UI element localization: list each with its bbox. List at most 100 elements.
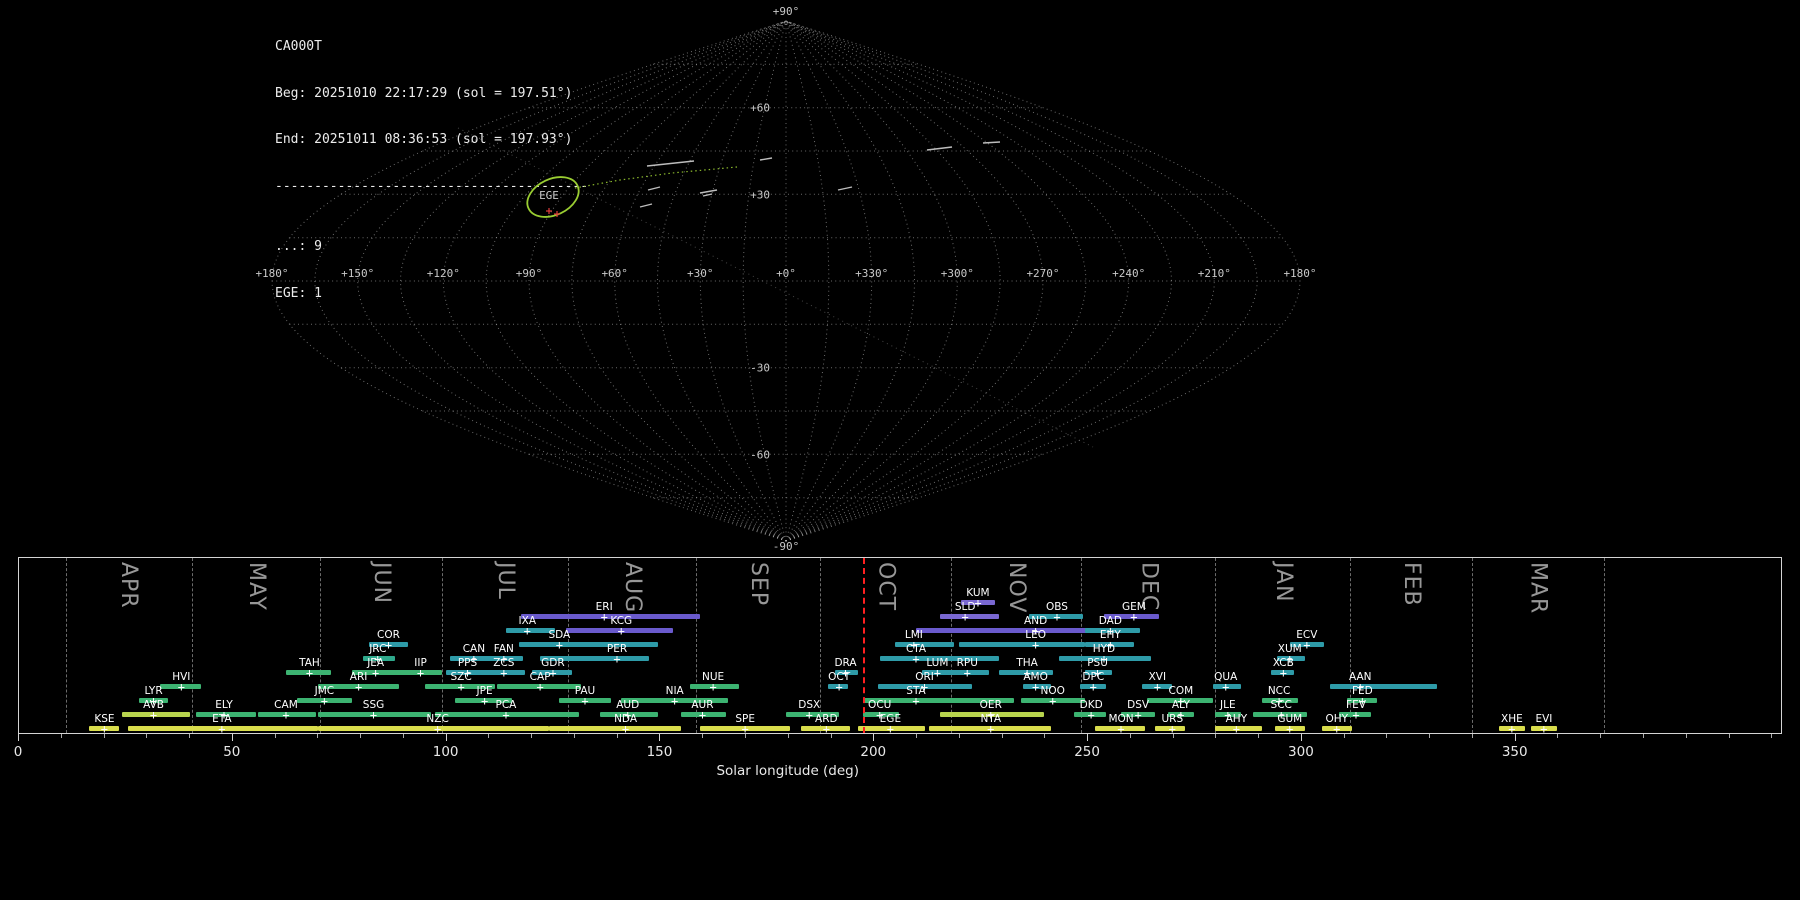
- shower-peak-mark: +: [698, 707, 707, 722]
- ege-drift-line: [574, 166, 738, 189]
- lon-tick-label: +120°: [427, 267, 460, 280]
- shower-peak-mark: +: [1508, 721, 1516, 734]
- shower-peak-mark: +: [581, 693, 589, 708]
- x-minor-tick: [958, 734, 960, 738]
- shower-bar-aan: [1330, 684, 1438, 689]
- x-major-tick: [1087, 734, 1089, 741]
- x-major-tick: [231, 734, 233, 741]
- lon-tick-labels: +180° +150° +120° +90° +60° +30° +0° +330° +300°…: [255, 267, 1316, 280]
- shower-peak-mark: +: [709, 679, 717, 694]
- meteor-trail: [837, 186, 853, 191]
- shower-peak-mark: +: [963, 665, 971, 680]
- shower-bar-and: [916, 628, 1092, 633]
- month-label: MAR: [1525, 562, 1551, 615]
- x-major-tick: [873, 734, 875, 741]
- shower-bar-leo: [958, 642, 1085, 647]
- shower-peak-mark: +: [433, 721, 442, 734]
- month-label: JUN: [369, 562, 395, 605]
- x-minor-tick: [189, 734, 191, 738]
- sky-map: +180° +150° +120° +90° +60° +30° +0° +330° +300°…: [255, 5, 1316, 553]
- shower-peak-mark: +: [1049, 693, 1057, 708]
- month-label: JUL: [493, 562, 519, 600]
- shower-peak-mark: +: [457, 679, 465, 694]
- shower-peak-mark: +: [671, 693, 679, 708]
- shower-peak-mark: +: [320, 693, 329, 708]
- x-tick-label: 250: [1074, 744, 1100, 760]
- sky-map-grid: [271, 20, 1301, 542]
- activity-chart: APR MAY JUN JUL AUG SEP OCT NOV DEC JAN FEB MAR KUM +…: [14, 557, 1782, 792]
- shower-bar-sld: [939, 614, 1000, 619]
- shower-peak-mark: +: [1117, 721, 1125, 734]
- shower-peak-mark: +: [536, 679, 544, 694]
- x-minor-tick: [317, 734, 319, 738]
- shower-peak-mark: +: [1031, 637, 1040, 652]
- shower-bar-sda: [518, 642, 658, 647]
- meteor-trails: [639, 141, 1001, 208]
- x-tick-label: 150: [646, 744, 673, 760]
- meteor-trail: [982, 141, 1001, 144]
- month-label: APR: [115, 562, 141, 609]
- shower-peak-mark: +: [933, 665, 941, 680]
- galactic-plane-line: [457, 127, 1094, 448]
- month-boundary-line: [441, 558, 443, 733]
- lat-tick-label: +30: [750, 188, 770, 201]
- shower-peak-mark: +: [1303, 637, 1311, 652]
- month-boundary-line: [1215, 558, 1217, 733]
- month-label: OCT: [873, 562, 899, 612]
- month-boundary-line: [191, 558, 193, 733]
- shower-peak-mark: +: [523, 623, 531, 638]
- x-minor-tick: [1728, 734, 1730, 738]
- shower-peak-mark: +: [621, 721, 630, 734]
- shower-peak-mark: +: [1089, 679, 1097, 694]
- shower-peak-mark: +: [1286, 721, 1294, 734]
- x-minor-tick: [60, 734, 62, 738]
- shower-peak-mark: +: [961, 609, 969, 624]
- x-minor-tick: [830, 734, 832, 738]
- x-minor-tick: [274, 734, 276, 738]
- x-minor-tick: [1429, 734, 1431, 738]
- lon-tick-label: +150°: [341, 267, 374, 280]
- x-minor-tick: [1471, 734, 1473, 738]
- lat-tick-label: +90°: [773, 5, 800, 18]
- shower-peak-mark: +: [354, 679, 363, 694]
- meteor-trail: [639, 203, 653, 208]
- x-minor-tick: [573, 734, 575, 738]
- shower-peak-mark: +: [987, 721, 995, 734]
- month-boundary-line: [65, 558, 67, 733]
- lon-tick-label: +210°: [1198, 267, 1231, 280]
- x-tick-label: 350: [1501, 744, 1528, 760]
- meteor-trail: [646, 160, 695, 167]
- x-tick-label: 50: [223, 744, 241, 760]
- lon-tick-label: +60°: [601, 267, 628, 280]
- x-minor-tick: [1258, 734, 1260, 738]
- x-tick-label: 200: [860, 744, 887, 760]
- x-minor-tick: [1215, 734, 1217, 738]
- x-minor-tick: [1771, 734, 1773, 738]
- x-minor-tick: [787, 734, 789, 738]
- shower-peak-mark: +: [1352, 707, 1360, 722]
- shower-peak-mark: +: [822, 721, 830, 734]
- x-major-tick: [659, 734, 661, 741]
- shower-peak-mark: +: [416, 665, 425, 680]
- shower-peak-mark: +: [617, 623, 625, 638]
- shower-peak-mark: +: [1168, 721, 1176, 734]
- x-minor-tick: [402, 734, 404, 738]
- shower-peak-mark: +: [1130, 609, 1138, 624]
- month-label: SEP: [745, 562, 771, 607]
- shower-peak-mark: +: [149, 707, 158, 722]
- month-label: FEB: [1399, 562, 1425, 607]
- month-label: JAN: [1270, 562, 1296, 603]
- x-tick-label: 300: [1288, 744, 1314, 760]
- x-tick-label: 0: [13, 744, 23, 760]
- shower-peak-mark: +: [555, 637, 563, 652]
- x-minor-tick: [1386, 734, 1388, 738]
- shower-peak-mark: +: [177, 679, 185, 694]
- x-major-tick: [445, 734, 447, 741]
- x-minor-tick: [488, 734, 490, 738]
- lon-tick-label: +0°: [776, 267, 796, 280]
- x-minor-tick: [1129, 734, 1131, 738]
- x-minor-tick: [616, 734, 618, 738]
- shower-peak-mark: +: [1087, 707, 1095, 722]
- meteor-trail: [759, 157, 773, 161]
- x-minor-tick: [702, 734, 704, 738]
